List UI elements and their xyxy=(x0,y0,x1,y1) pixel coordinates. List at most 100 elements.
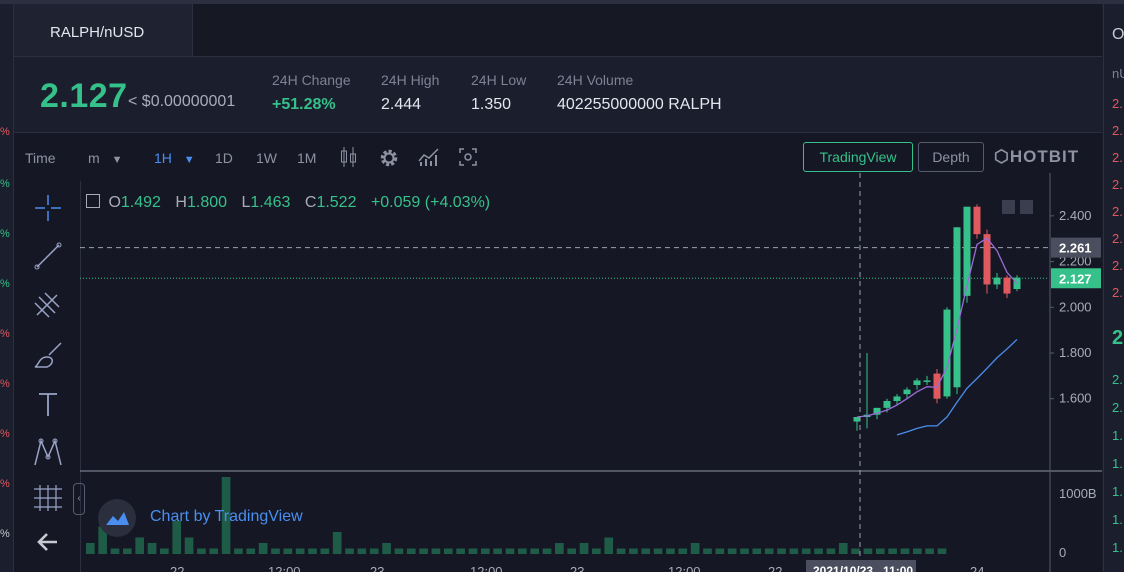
volume-bar xyxy=(234,548,243,554)
candle-body[interactable] xyxy=(943,309,951,397)
volume-bar xyxy=(123,548,132,554)
volume-bar xyxy=(900,548,910,554)
volume-bar xyxy=(604,537,614,554)
orderbook-row[interactable]: 2. xyxy=(1112,231,1123,246)
pair-tab-bar: RALPH/nUSD xyxy=(14,4,1102,57)
volume-bar xyxy=(135,537,145,554)
brush-icon[interactable] xyxy=(31,339,65,373)
chevron-down-icon: ▼ xyxy=(183,154,195,166)
text-tool-icon[interactable] xyxy=(31,387,65,421)
pattern-icon[interactable] xyxy=(31,435,65,469)
candle-body[interactable] xyxy=(883,401,891,408)
volume-bar xyxy=(184,537,194,554)
candle-body[interactable] xyxy=(913,380,921,385)
scroll-expand-icon[interactable] xyxy=(1020,200,1033,214)
candle-body[interactable] xyxy=(853,417,861,422)
orderbook-row[interactable]: 1. xyxy=(1112,428,1123,443)
stat-24h-volume: 24H Volume 402255000000 RALPH xyxy=(557,72,722,114)
interval-1h[interactable]: 1H ▼ xyxy=(154,150,195,166)
volume-bar xyxy=(246,548,256,554)
volume-bar xyxy=(468,548,478,554)
volume-bar xyxy=(456,548,465,554)
volume-bar xyxy=(678,548,688,554)
list-item: % xyxy=(0,378,10,390)
orderbook-row[interactable]: 2. xyxy=(1112,177,1123,192)
volume-bar xyxy=(530,548,539,554)
candle-body[interactable] xyxy=(973,206,981,235)
orderbook-row[interactable]: 2. xyxy=(1112,150,1123,165)
stat-label: 24H Low xyxy=(471,72,527,88)
orderbook-row[interactable]: 2. xyxy=(1112,204,1123,219)
volume-bar xyxy=(888,548,897,554)
orderbook-row[interactable]: 2. xyxy=(1112,258,1123,273)
orderbook-row[interactable]: 1. xyxy=(1112,456,1123,471)
candle-body[interactable] xyxy=(893,396,901,401)
trend-line-icon[interactable] xyxy=(31,239,65,273)
depth-button[interactable]: Depth xyxy=(918,142,984,172)
brand-logo: ⬡HOTBIT xyxy=(994,147,1079,167)
crosshair-icon[interactable] xyxy=(31,191,65,225)
scroll-down-icon[interactable] xyxy=(1002,200,1015,214)
interval-1d[interactable]: 1D xyxy=(215,150,233,166)
candles-icon[interactable] xyxy=(340,146,358,168)
interval-1w[interactable]: 1W xyxy=(256,150,277,166)
candle-body[interactable] xyxy=(953,227,961,388)
volume-bar xyxy=(431,548,441,554)
orderbook-row[interactable]: 1. xyxy=(1112,540,1123,555)
volume-bar xyxy=(826,548,836,554)
volume-bar xyxy=(752,548,762,554)
list-item: % xyxy=(0,228,10,240)
candle-body[interactable] xyxy=(1003,277,1011,294)
orderbook-row[interactable]: 2. xyxy=(1112,123,1123,138)
volume-bar xyxy=(542,548,552,554)
volume-bar xyxy=(579,543,589,554)
stat-value: 2.444 xyxy=(381,96,422,113)
price-tick-label: 2.400 xyxy=(1059,208,1092,223)
orderbook-row[interactable]: 2. xyxy=(1112,285,1123,300)
left-market-list[interactable]: % % % % % % % % % xyxy=(0,4,14,571)
volume-bar xyxy=(703,548,712,554)
watermark-text: Chart by TradingView xyxy=(150,508,303,525)
volume-bar xyxy=(147,543,157,554)
fib-tool-icon[interactable] xyxy=(31,289,65,323)
orderbook-row[interactable]: 2. xyxy=(1112,96,1123,111)
volume-bar xyxy=(777,548,786,554)
volume-bar xyxy=(740,548,749,554)
orderbook-row[interactable]: 2. xyxy=(1112,400,1123,415)
measure-icon[interactable] xyxy=(31,481,65,515)
gear-icon[interactable] xyxy=(378,147,400,169)
volume-bar xyxy=(727,548,737,554)
volume-bar xyxy=(493,548,502,554)
time-button[interactable]: Time xyxy=(25,150,56,166)
back-arrow-icon[interactable] xyxy=(31,525,65,559)
orderbook-row[interactable]: 2. xyxy=(1112,372,1123,387)
volume-bar xyxy=(406,548,416,554)
candle-body[interactable] xyxy=(993,277,1001,285)
volume-bar xyxy=(320,548,330,554)
candle-body[interactable] xyxy=(903,389,911,395)
minutes-dropdown[interactable]: m ▼ xyxy=(88,150,122,166)
tradingview-button[interactable]: TradingView xyxy=(803,142,913,172)
orderbook-row[interactable]: 1. xyxy=(1112,512,1123,527)
volume-bar xyxy=(592,548,601,554)
chart-area: Time m ▼ 1H ▼ 1D 1W 1M TradingView Depth… xyxy=(14,132,1102,572)
volume-bar xyxy=(616,548,626,554)
volume-bar xyxy=(357,548,367,554)
volume-bar xyxy=(567,548,577,554)
candle-body[interactable] xyxy=(963,206,971,296)
list-item: % xyxy=(0,478,10,490)
candle-body[interactable] xyxy=(923,380,931,382)
orderbook-col: nU xyxy=(1112,66,1124,81)
interval-1m[interactable]: 1M xyxy=(297,150,316,166)
volume-bar xyxy=(295,548,305,554)
indicators-icon[interactable] xyxy=(418,147,440,167)
screenshot-icon[interactable] xyxy=(459,148,477,166)
minutes-label: m xyxy=(88,150,100,166)
tab-pair[interactable]: RALPH/nUSD xyxy=(14,4,193,56)
list-item: % xyxy=(0,278,10,290)
last-price-label: 2.127 xyxy=(1059,271,1092,286)
volume-tick-label: 1000B xyxy=(1059,486,1097,501)
orderbook-row[interactable]: 1. xyxy=(1112,484,1123,499)
volume-bar xyxy=(925,548,934,554)
volume-bar xyxy=(345,548,354,554)
